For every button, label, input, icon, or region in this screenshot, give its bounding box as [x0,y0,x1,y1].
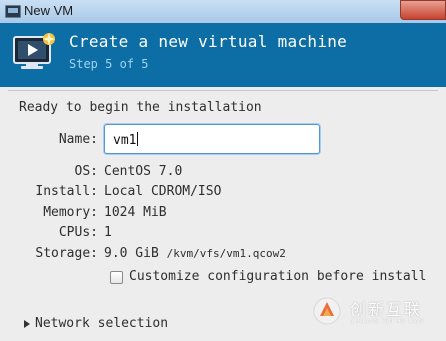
window-title: New VM [24,3,74,18]
network-selection-expander[interactable]: Network selection [35,316,168,331]
customize-checkbox[interactable] [110,271,123,284]
wizard-header: Create a new virtual machine Step 5 of 5 [0,23,446,87]
step-indicator: Step 5 of 5 [69,57,149,71]
page-title: Create a new virtual machine [69,32,348,51]
install-label: Install: [35,184,98,199]
memory-value: 1024 MiB [104,205,167,220]
cpus-value: 1 [104,225,112,240]
watermark-subtitle: CHUANG XIN HU LIAN [350,318,425,325]
customize-checkbox-label[interactable]: Customize configuration before install [129,269,426,284]
virtual-machine-icon [13,33,55,69]
title-bar[interactable]: New VM [0,0,446,23]
watermark-brand: 创新互联 [350,300,423,319]
os-label: OS: [74,164,98,179]
cpus-label: CPUs: [58,225,98,240]
expander-arrow-icon[interactable] [24,320,30,328]
install-value: Local CDROM/ISO [104,184,222,199]
watermark: 创新互联 CHUANG XIN HU LIAN [312,294,444,334]
brand-logo-icon [313,297,341,325]
memory-label: Memory: [43,205,98,220]
os-value: CentOS 7.0 [104,164,183,179]
storage-path: /kvm/vfs/vm1.qcow2 [166,247,286,260]
monitor-icon [5,5,21,18]
storage-value: 9.0 GiB /kvm/vfs/vm1.qcow2 [104,246,286,261]
storage-size: 9.0 GiB [104,246,159,261]
storage-label: Storage: [35,246,98,261]
name-input[interactable]: vm1 [104,124,320,154]
divider [8,90,438,91]
section-heading: Ready to begin the installation [19,100,262,115]
close-button[interactable] [400,0,446,20]
name-label: Name: [58,132,98,147]
name-input-value: vm1 [113,132,139,148]
